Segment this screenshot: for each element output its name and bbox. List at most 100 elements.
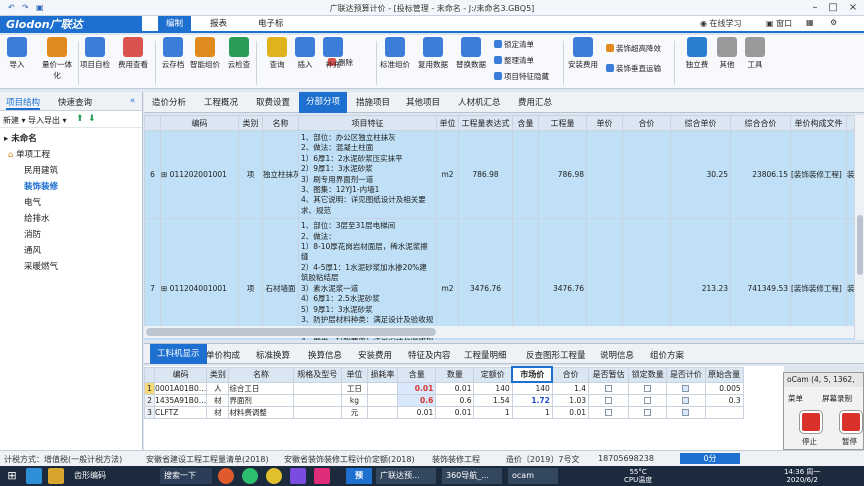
detail-tab-3[interactable]: 换算信息 [308, 349, 342, 361]
arrange-list-button[interactable]: 整理清单 [494, 55, 534, 66]
detail-tab-7[interactable]: 反查图形工程量 [526, 349, 586, 361]
tab-edit[interactable]: 编制 [158, 16, 192, 33]
lock-checkbox[interactable] [644, 384, 652, 392]
tab-other-items[interactable]: 其他项目 [406, 96, 440, 108]
maximize-icon[interactable]: □ [826, 1, 840, 14]
cell-comp_total[interactable]: 23806.15 [730, 129, 791, 220]
app-icon-4[interactable] [242, 468, 258, 484]
cell-total[interactable]: 1.03 [551, 393, 590, 407]
column-header[interactable]: 编码 [160, 115, 239, 131]
cell-temp[interactable] [587, 381, 630, 395]
table-row[interactable]: 3 CLFTZ 材材料费调整元 0.01 0.01 1 1 0.01 [144, 405, 784, 419]
cell-loss[interactable] [366, 381, 399, 395]
tab-labor-material[interactable]: 人材机汇总 [458, 96, 501, 108]
ribbon-button-6[interactable]: 云检查 [224, 37, 254, 70]
ribbon-button-12[interactable]: 替换数据 [456, 37, 486, 70]
column-header[interactable]: 综合合价 [730, 115, 791, 131]
cell-price[interactable] [586, 218, 623, 340]
column-header[interactable]: 类别 [206, 366, 230, 383]
ribbon-button-11[interactable]: 复用数据 [418, 37, 448, 70]
cell-type[interactable]: 项 [238, 129, 263, 220]
cell-comp_price[interactable]: 213.23 [670, 218, 731, 340]
column-header[interactable]: 单位 [436, 115, 459, 131]
ribbon-button-2[interactable]: 项目自检 [80, 37, 110, 70]
app-icon-2[interactable] [48, 468, 64, 484]
tab-quick-query[interactable]: 快速查询 [58, 96, 92, 108]
column-header[interactable]: 单位 [340, 366, 369, 383]
cell-market[interactable]: 1.72 [511, 393, 553, 407]
cell-unit[interactable]: kg [340, 393, 369, 407]
cell-expr[interactable]: 786.98 [458, 129, 513, 220]
ribbon-button-14[interactable]: 独立费 [682, 37, 712, 70]
task-ocam[interactable]: ocam [508, 468, 558, 484]
cell-content[interactable]: 0.6 [397, 393, 437, 407]
tree-item-ventilation[interactable]: 通风 [24, 244, 41, 256]
detail-tab-2[interactable]: 标准换算 [256, 349, 290, 361]
cell-orig[interactable]: 0.005 [704, 381, 744, 395]
grid-horizontal-scrollbar[interactable] [144, 326, 854, 338]
cell-qty[interactable]: 3476.76 [538, 218, 587, 340]
close-icon[interactable]: × [846, 1, 860, 14]
ribbon-button-3[interactable]: 费用查看 [118, 37, 148, 70]
column-header[interactable]: 含量 [397, 366, 437, 383]
cell-comp_total[interactable]: 741349.53 [730, 218, 791, 340]
ribbon-button-4[interactable]: 云存档 [158, 37, 188, 70]
cell-lock[interactable] [628, 393, 668, 407]
column-header[interactable]: 编码 [154, 366, 208, 383]
cell-expr[interactable]: 3476.76 [458, 218, 513, 340]
ocam-screen-record[interactable]: 屏幕录制 [822, 393, 852, 404]
expand-icon[interactable]: ⊞ [162, 170, 170, 179]
column-header[interactable]: 数量 [435, 366, 475, 383]
cell-qty[interactable]: 0.01 [435, 381, 475, 395]
task-360[interactable]: 360导航_... [442, 468, 502, 484]
task-tooth-code[interactable]: 齿形编码 [70, 468, 110, 484]
column-header[interactable]: 原始含量 [704, 366, 744, 383]
ribbon-button-1[interactable]: 量价一体化 [42, 37, 72, 81]
detail-tab-1[interactable]: 单价构成 [206, 349, 240, 361]
cell-priced[interactable] [666, 405, 706, 419]
cell-file[interactable]: [装饰装修工程] [790, 218, 847, 340]
app-icon-3[interactable] [218, 468, 234, 484]
column-header[interactable]: 工程量表达式 [458, 115, 513, 131]
column-header[interactable]: 类别 [238, 115, 263, 131]
ribbon-button-7[interactable]: 查询 [262, 37, 292, 70]
column-header[interactable]: 综合单价 [670, 115, 731, 131]
column-header[interactable]: 损耗率 [366, 366, 399, 383]
cell-temp[interactable] [587, 405, 630, 419]
cell-name[interactable]: 界面剂 [228, 393, 294, 407]
app-icon-1[interactable] [26, 468, 42, 484]
priced-checkbox[interactable] [682, 396, 690, 404]
tree-root[interactable]: ▸ 未命名 [4, 132, 37, 144]
table-row[interactable]: 2 1435A91B0… 材界面剂 kg 0.6 0.6 1.54 1.72 1.03 0.3 [144, 393, 784, 407]
task-search[interactable]: 搜索一下 [160, 468, 212, 484]
cell-name[interactable]: 石材墙面 [262, 218, 299, 340]
detail-tab-0[interactable]: 工料机显示 [150, 344, 207, 364]
cell-name[interactable]: 独立柱抹灰 [262, 129, 299, 220]
cell-loss[interactable] [366, 405, 399, 419]
ribbon-button-9[interactable]: 补充 [318, 37, 348, 70]
priced-checkbox[interactable] [682, 408, 690, 416]
lock-checkbox[interactable] [644, 408, 652, 416]
tab-fee-settings[interactable]: 取费设置 [256, 96, 290, 108]
cell-code[interactable]: CLFTZ [154, 405, 208, 419]
cell-lock[interactable] [628, 405, 668, 419]
task-glodon[interactable]: 广联达预... [376, 468, 436, 484]
cell-name[interactable]: 综合工日 [228, 381, 294, 395]
tab-report[interactable]: 报表 [202, 16, 235, 33]
cell-content[interactable]: 0.01 [397, 381, 437, 395]
cell-no[interactable]: 3 [144, 405, 156, 419]
cell-qty[interactable]: 0.01 [435, 405, 475, 419]
column-header[interactable]: 项目特征 [298, 115, 437, 131]
cell-spec[interactable] [292, 393, 342, 407]
cell-no[interactable]: 6 [144, 129, 161, 220]
settings-icon[interactable]: ⚙ [830, 18, 837, 27]
temp-checkbox[interactable] [605, 384, 613, 392]
item-code-cell[interactable]: ⊞ 011204001001 [160, 218, 239, 340]
column-header[interactable]: 单价 [586, 115, 623, 131]
column-header[interactable]: 市场价 [511, 366, 554, 383]
column-header[interactable]: 合价 [551, 366, 590, 383]
cell-content[interactable]: 0.01 [397, 405, 437, 419]
ribbon-button-0[interactable]: 导入 [2, 37, 32, 70]
app-icon-6[interactable] [290, 468, 306, 484]
cell-no[interactable]: 1 [144, 381, 156, 395]
